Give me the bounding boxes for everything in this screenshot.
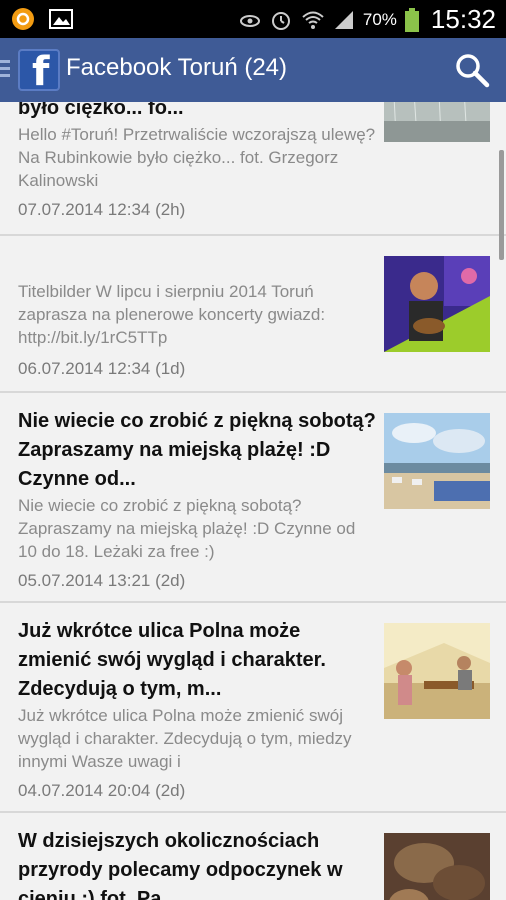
post-description: Titelbilder W lipcu i sierpniu 2014 Toru…: [18, 282, 326, 347]
signal-icon: [334, 10, 353, 29]
page-title: Facebook Toruń (24): [66, 54, 288, 81]
post-title: Nie wiecie co zrobić z piękną sobotą? Za…: [18, 410, 376, 490]
eye-icon: [239, 14, 260, 27]
list-item[interactable]: Titelbilder W lipcu i sierpniu 2014 Toru…: [0, 236, 506, 393]
clock: 15:32: [430, 4, 496, 34]
scrollbar[interactable]: [499, 150, 504, 260]
battery-percent: 70%: [362, 9, 397, 29]
drawer-indicator-icon[interactable]: [0, 60, 12, 78]
post-title: było ciężko... fo...: [18, 102, 184, 119]
post-description: Hello #Toruń! Przetrwaliście wczorajszą …: [18, 125, 376, 190]
status-bar: 70% 15:32: [0, 0, 506, 38]
post-description: Nie wiecie co zrobić z piękną sobotą? Za…: [18, 496, 356, 561]
search-icon[interactable]: [454, 52, 490, 88]
facebook-logo-icon[interactable]: f: [18, 49, 60, 95]
notification-app-icon: [12, 8, 34, 30]
post-date: 06.07.2014 12:34 (1d): [18, 359, 186, 378]
post-date: 04.07.2014 20:04 (2d): [18, 781, 186, 800]
post-thumbnail: [384, 623, 490, 719]
post-title: W dzisiejszych okolicznościach przyrody …: [18, 830, 343, 900]
wifi-icon: [302, 11, 324, 29]
alarm-icon: [271, 11, 290, 30]
post-thumbnail: [384, 256, 490, 352]
list-item[interactable]: Już wkrótce ulica Polna może zmienić swó…: [0, 603, 506, 813]
list-item[interactable]: W dzisiejszych okolicznościach przyrody …: [0, 813, 506, 900]
post-thumbnail: [384, 102, 490, 142]
battery-icon: [404, 7, 419, 32]
post-list[interactable]: było ciężko... fo... Hello #Toruń! Przet…: [0, 102, 506, 900]
post-title: Już wkrótce ulica Polna może zmienić swó…: [18, 620, 326, 700]
post-date: 07.07.2014 12:34 (2h): [18, 200, 186, 219]
list-item[interactable]: było ciężko... fo... Hello #Toruń! Przet…: [0, 102, 506, 236]
post-date: 05.07.2014 13:21 (2d): [18, 571, 186, 590]
post-thumbnail: [384, 833, 490, 900]
gallery-icon: [49, 9, 73, 29]
action-bar: f Facebook Toruń (24): [0, 38, 506, 102]
list-item[interactable]: Nie wiecie co zrobić z piękną sobotą? Za…: [0, 393, 506, 603]
post-thumbnail: [384, 413, 490, 509]
post-description: Już wkrótce ulica Polna może zmienić swó…: [18, 706, 352, 771]
